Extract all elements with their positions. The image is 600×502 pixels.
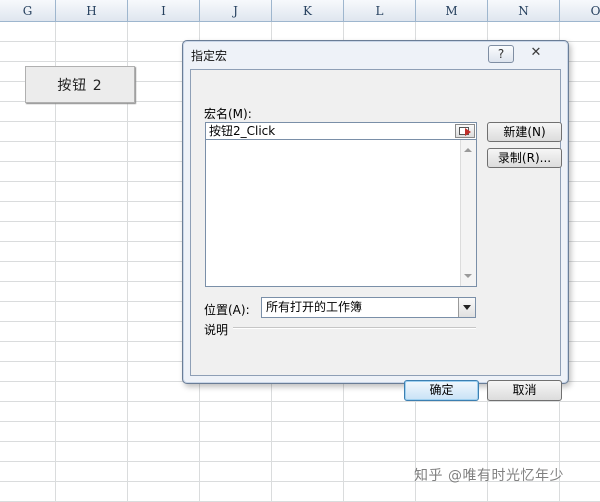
- column-header-h[interactable]: H: [56, 0, 128, 22]
- chevron-down-icon[interactable]: [458, 298, 475, 317]
- macro-list[interactable]: [205, 139, 477, 287]
- column-header-i[interactable]: I: [128, 0, 200, 22]
- scroll-down-icon[interactable]: [464, 274, 472, 278]
- close-icon[interactable]: ✕: [523, 45, 549, 63]
- dialog-body: 宏名(M): 按钮2_Click 新建(N) 录制(R)... 位置(A): 所…: [190, 69, 562, 401]
- column-header-k[interactable]: K: [272, 0, 344, 22]
- column-header-m[interactable]: M: [416, 0, 488, 22]
- column-header-j[interactable]: J: [200, 0, 272, 22]
- watermark: 知乎 @唯有时光忆年少: [414, 468, 564, 484]
- column-header-o[interactable]: O: [560, 0, 600, 22]
- location-select[interactable]: 所有打开的工作簿: [261, 297, 476, 318]
- form-button-2[interactable]: 按钮 2: [25, 66, 135, 103]
- column-header-n[interactable]: N: [488, 0, 560, 22]
- column-header-l[interactable]: L: [344, 0, 416, 22]
- assign-macro-dialog: 指定宏 ? ✕ 宏名(M): 按钮2_Click 新建(N) 录制(R)... …: [182, 40, 569, 401]
- macro-list-scrollbar[interactable]: [460, 140, 476, 286]
- column-header-bar: G H I J K L M N O: [0, 0, 600, 22]
- location-label: 位置(A):: [204, 303, 250, 317]
- macro-name-input[interactable]: 按钮2_Click: [205, 122, 477, 140]
- description-label: 说明: [204, 323, 229, 337]
- description-divider: [233, 327, 476, 329]
- arrow-glyph: [465, 128, 471, 136]
- macro-name-value: 按钮2_Click: [209, 124, 276, 138]
- scroll-up-icon[interactable]: [464, 148, 472, 152]
- macro-name-label: 宏名(M):: [204, 107, 252, 121]
- record-button[interactable]: 录制(R)...: [487, 148, 562, 168]
- dialog-title: 指定宏: [191, 49, 228, 63]
- cancel-button[interactable]: 取消: [487, 380, 562, 401]
- new-button[interactable]: 新建(N): [487, 122, 562, 142]
- column-header-g[interactable]: G: [0, 0, 56, 22]
- help-button[interactable]: ?: [488, 45, 514, 63]
- location-value: 所有打开的工作簿: [266, 300, 363, 314]
- range-select-icon[interactable]: [455, 124, 475, 138]
- ok-button[interactable]: 确定: [404, 380, 479, 401]
